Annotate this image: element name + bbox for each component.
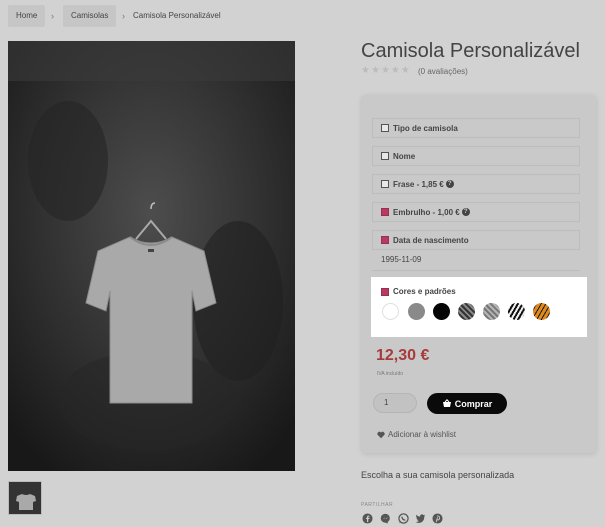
star-icon: ★ xyxy=(400,65,411,76)
breadcrumb-current: Camisola Personalizável xyxy=(133,11,221,20)
option-tipo-de-camisola[interactable]: Tipo de camisola xyxy=(372,118,580,138)
product-thumbnail[interactable] xyxy=(8,481,42,515)
help-icon[interactable]: ? xyxy=(445,180,454,188)
buy-button-label: Comprar xyxy=(454,398,493,409)
swatch-grey-plaid-pattern[interactable] xyxy=(483,303,500,320)
option-label: Tipo de camisola xyxy=(393,123,458,133)
divider xyxy=(372,270,580,271)
messenger-icon[interactable] xyxy=(380,513,391,524)
star-icon: ★ xyxy=(390,65,401,76)
breadcrumb-home[interactable]: Home xyxy=(8,5,46,27)
tshirt-thumbnail-image xyxy=(9,482,41,514)
swatch-zebra-pattern[interactable] xyxy=(508,303,525,320)
colors-patterns-option: Cores e padrões xyxy=(371,277,587,337)
option-nome[interactable]: Nome xyxy=(372,146,580,166)
twitter-icon[interactable] xyxy=(415,513,426,524)
rating-stars[interactable]: ★★★★★ xyxy=(361,65,411,76)
checkbox-checked[interactable] xyxy=(381,287,389,296)
swatch-grey[interactable] xyxy=(408,303,425,320)
tshirt-photo xyxy=(8,41,295,471)
quantity-input[interactable]: 1 xyxy=(373,393,417,413)
basket-icon xyxy=(442,399,451,407)
star-icon: ★ xyxy=(370,65,381,76)
product-price: 12,30 € xyxy=(376,347,430,364)
checkbox[interactable] xyxy=(381,124,389,132)
product-image[interactable] xyxy=(8,41,295,471)
checkbox-checked[interactable] xyxy=(381,236,389,244)
colors-header[interactable]: Cores e padrões xyxy=(381,287,456,296)
wishlist-label: Adicionar à wishlist xyxy=(388,430,457,439)
breadcrumb-camisolas[interactable]: Camisolas xyxy=(63,5,117,27)
tax-note: IVA incluído xyxy=(377,371,404,377)
breadcrumb-separator: › xyxy=(122,11,125,21)
swatch-dark-plaid-pattern[interactable] xyxy=(458,303,475,320)
swatch-white[interactable] xyxy=(382,303,399,320)
facebook-icon[interactable] xyxy=(362,513,373,524)
buy-button[interactable]: Comprar xyxy=(427,393,507,414)
option-data-de-nascimento[interactable]: Data de nascimento xyxy=(372,230,580,250)
breadcrumb-separator: › xyxy=(51,11,54,21)
option-label: Data de nascimento xyxy=(393,235,469,245)
checkbox[interactable] xyxy=(381,180,389,188)
option-embrulho[interactable]: Embrulho - 1,00 € ? xyxy=(372,202,580,222)
star-icon: ★ xyxy=(361,65,371,76)
reviews-count[interactable]: (0 avaliações) xyxy=(418,67,468,76)
swatch-tiger-pattern[interactable] xyxy=(533,303,550,320)
checkbox-checked[interactable] xyxy=(381,208,389,216)
whatsapp-icon[interactable] xyxy=(398,513,409,524)
option-label: Embrulho - 1,00 € xyxy=(393,207,460,217)
help-icon[interactable]: ? xyxy=(461,208,470,216)
colors-label: Cores e padrões xyxy=(393,287,456,296)
pinterest-icon[interactable] xyxy=(432,513,443,524)
star-icon: ★ xyxy=(380,65,391,76)
checkbox[interactable] xyxy=(381,152,389,160)
swatch-black[interactable] xyxy=(433,303,450,320)
add-to-wishlist[interactable]: Adicionar à wishlist xyxy=(377,430,456,439)
option-label: Frase - 1,85 € xyxy=(393,179,444,189)
heart-icon xyxy=(377,431,385,438)
product-description: Escolha a sua camisola personalizada xyxy=(361,470,515,480)
option-frase[interactable]: Frase - 1,85 € ? xyxy=(372,174,580,194)
product-title: Camisola Personalizável xyxy=(361,40,580,62)
share-label: PARTILHAR xyxy=(361,502,394,508)
birth-date-input[interactable]: 1995-11-09 xyxy=(381,255,421,264)
option-label: Nome xyxy=(393,151,416,161)
